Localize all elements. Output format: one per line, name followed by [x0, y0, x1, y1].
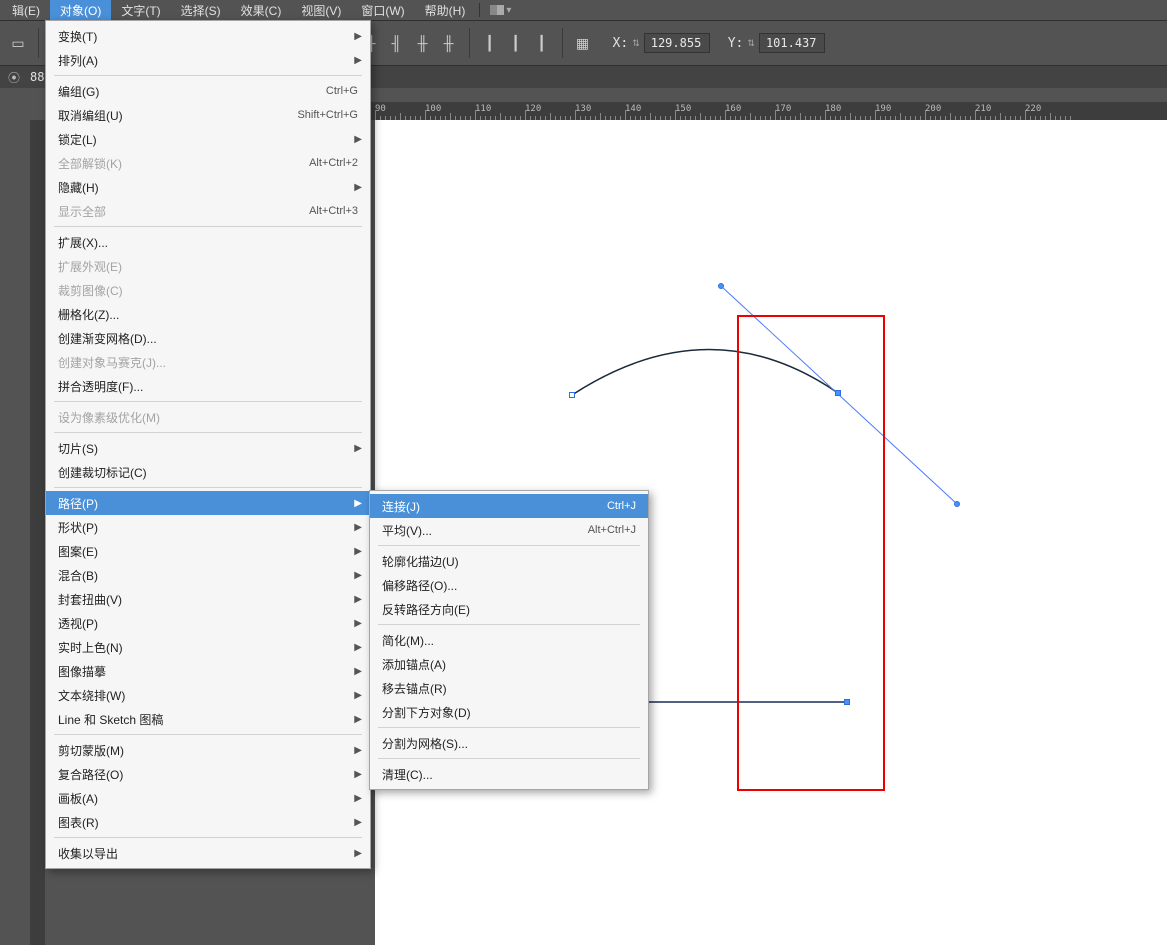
- target-icon[interactable]: ⦿: [8, 69, 20, 86]
- menu-5[interactable]: 视图(V): [291, 0, 351, 21]
- menu-item[interactable]: 复合路径(O)▶: [46, 762, 370, 786]
- menu-item[interactable]: 偏移路径(O)...: [370, 573, 648, 597]
- menu-item[interactable]: 混合(B)▶: [46, 563, 370, 587]
- menu-item[interactable]: 排列(A)▶: [46, 48, 370, 72]
- space-3-icon[interactable]: ┃: [530, 31, 554, 55]
- menu-item: 设为像素级优化(M): [46, 405, 370, 429]
- menu-item[interactable]: 简化(M)...: [370, 628, 648, 652]
- menu-item[interactable]: 隐藏(H)▶: [46, 175, 370, 199]
- menu-item[interactable]: 扩展(X)...: [46, 230, 370, 254]
- menu-item[interactable]: 栅格化(Z)...: [46, 302, 370, 326]
- menu-item[interactable]: 变换(T)▶: [46, 24, 370, 48]
- menu-item[interactable]: 路径(P)▶: [46, 491, 370, 515]
- space-h-icon[interactable]: ┃: [478, 31, 502, 55]
- menu-item[interactable]: 封套扭曲(V)▶: [46, 587, 370, 611]
- menu-item[interactable]: 剪切蒙版(M)▶: [46, 738, 370, 762]
- menu-3[interactable]: 选择(S): [171, 0, 231, 21]
- highlight-box: [737, 315, 885, 791]
- menu-item[interactable]: 图案(E)▶: [46, 539, 370, 563]
- menu-item[interactable]: 画板(A)▶: [46, 786, 370, 810]
- menu-7[interactable]: 帮助(H): [415, 0, 476, 21]
- menu-6[interactable]: 窗口(W): [351, 0, 414, 21]
- menu-item[interactable]: 反转路径方向(E): [370, 597, 648, 621]
- menu-item[interactable]: 拼合透明度(F)...: [46, 374, 370, 398]
- menu-item[interactable]: 文本绕排(W)▶: [46, 683, 370, 707]
- dist-6-icon[interactable]: ╫: [437, 31, 461, 55]
- dist-4-icon[interactable]: ╢: [385, 31, 409, 55]
- menu-item[interactable]: 连接(J)Ctrl+J: [370, 494, 648, 518]
- menu-item[interactable]: Line 和 Sketch 图稿▶: [46, 707, 370, 731]
- menu-item: 扩展外观(E): [46, 254, 370, 278]
- y-label: Y:: [728, 36, 744, 51]
- menu-item[interactable]: 分割为网格(S)...: [370, 731, 648, 755]
- handle-point[interactable]: [718, 283, 724, 289]
- menu-item[interactable]: 轮廓化描边(U): [370, 549, 648, 573]
- path-submenu: 连接(J)Ctrl+J平均(V)...Alt+Ctrl+J 轮廓化描边(U)偏移路…: [369, 490, 649, 790]
- handle-point[interactable]: [954, 501, 960, 507]
- menu-item: 显示全部Alt+Ctrl+3: [46, 199, 370, 223]
- menu-item[interactable]: 编组(G)Ctrl+G: [46, 79, 370, 103]
- menu-item[interactable]: 创建渐变网格(D)...: [46, 326, 370, 350]
- layout-icon[interactable]: [490, 5, 504, 15]
- menu-item[interactable]: 取消编组(U)Shift+Ctrl+G: [46, 103, 370, 127]
- menu-item[interactable]: 添加锚点(A): [370, 652, 648, 676]
- pixel-grid-icon[interactable]: ▦: [571, 31, 595, 55]
- space-v-icon[interactable]: ┃: [504, 31, 528, 55]
- menu-item[interactable]: 创建裁切标记(C): [46, 460, 370, 484]
- menu-item[interactable]: 锁定(L)▶: [46, 127, 370, 151]
- ruler-vertical: [30, 120, 45, 945]
- menu-item: 创建对象马赛克(J)...: [46, 350, 370, 374]
- menu-item[interactable]: 切片(S)▶: [46, 436, 370, 460]
- x-value[interactable]: 129.855: [644, 33, 710, 53]
- menu-4[interactable]: 效果(C): [231, 0, 292, 21]
- stepper-icon[interactable]: ⇅: [747, 38, 755, 49]
- y-value[interactable]: 101.437: [759, 33, 825, 53]
- menu-item[interactable]: 实时上色(N)▶: [46, 635, 370, 659]
- anchor-point[interactable]: [569, 392, 575, 398]
- menu-item: 裁剪图像(C): [46, 278, 370, 302]
- menu-2[interactable]: 文字(T): [111, 0, 170, 21]
- dist-5-icon[interactable]: ╫: [411, 31, 435, 55]
- menu-item[interactable]: 移去锚点(R): [370, 676, 648, 700]
- menu-item[interactable]: 图表(R)▶: [46, 810, 370, 834]
- menu-item[interactable]: 收集以导出▶: [46, 841, 370, 865]
- x-label: X:: [613, 36, 629, 51]
- selection-icon[interactable]: ▭: [6, 31, 30, 55]
- menu-item[interactable]: 清理(C)...: [370, 762, 648, 786]
- menu-item: 全部解锁(K)Alt+Ctrl+2: [46, 151, 370, 175]
- menu-0[interactable]: 辑(E): [2, 0, 50, 21]
- menu-item[interactable]: 透视(P)▶: [46, 611, 370, 635]
- menu-bar: 辑(E)对象(O)文字(T)选择(S)效果(C)视图(V)窗口(W)帮助(H)▾: [0, 0, 1167, 20]
- menu-item[interactable]: 形状(P)▶: [46, 515, 370, 539]
- stepper-icon[interactable]: ⇅: [632, 38, 640, 49]
- menu-item[interactable]: 平均(V)...Alt+Ctrl+J: [370, 518, 648, 542]
- object-menu: 变换(T)▶排列(A)▶ 编组(G)Ctrl+G取消编组(U)Shift+Ctrl…: [45, 20, 371, 869]
- menu-item[interactable]: 图像描摹▶: [46, 659, 370, 683]
- menu-item[interactable]: 分割下方对象(D): [370, 700, 648, 724]
- menu-1[interactable]: 对象(O): [50, 0, 111, 21]
